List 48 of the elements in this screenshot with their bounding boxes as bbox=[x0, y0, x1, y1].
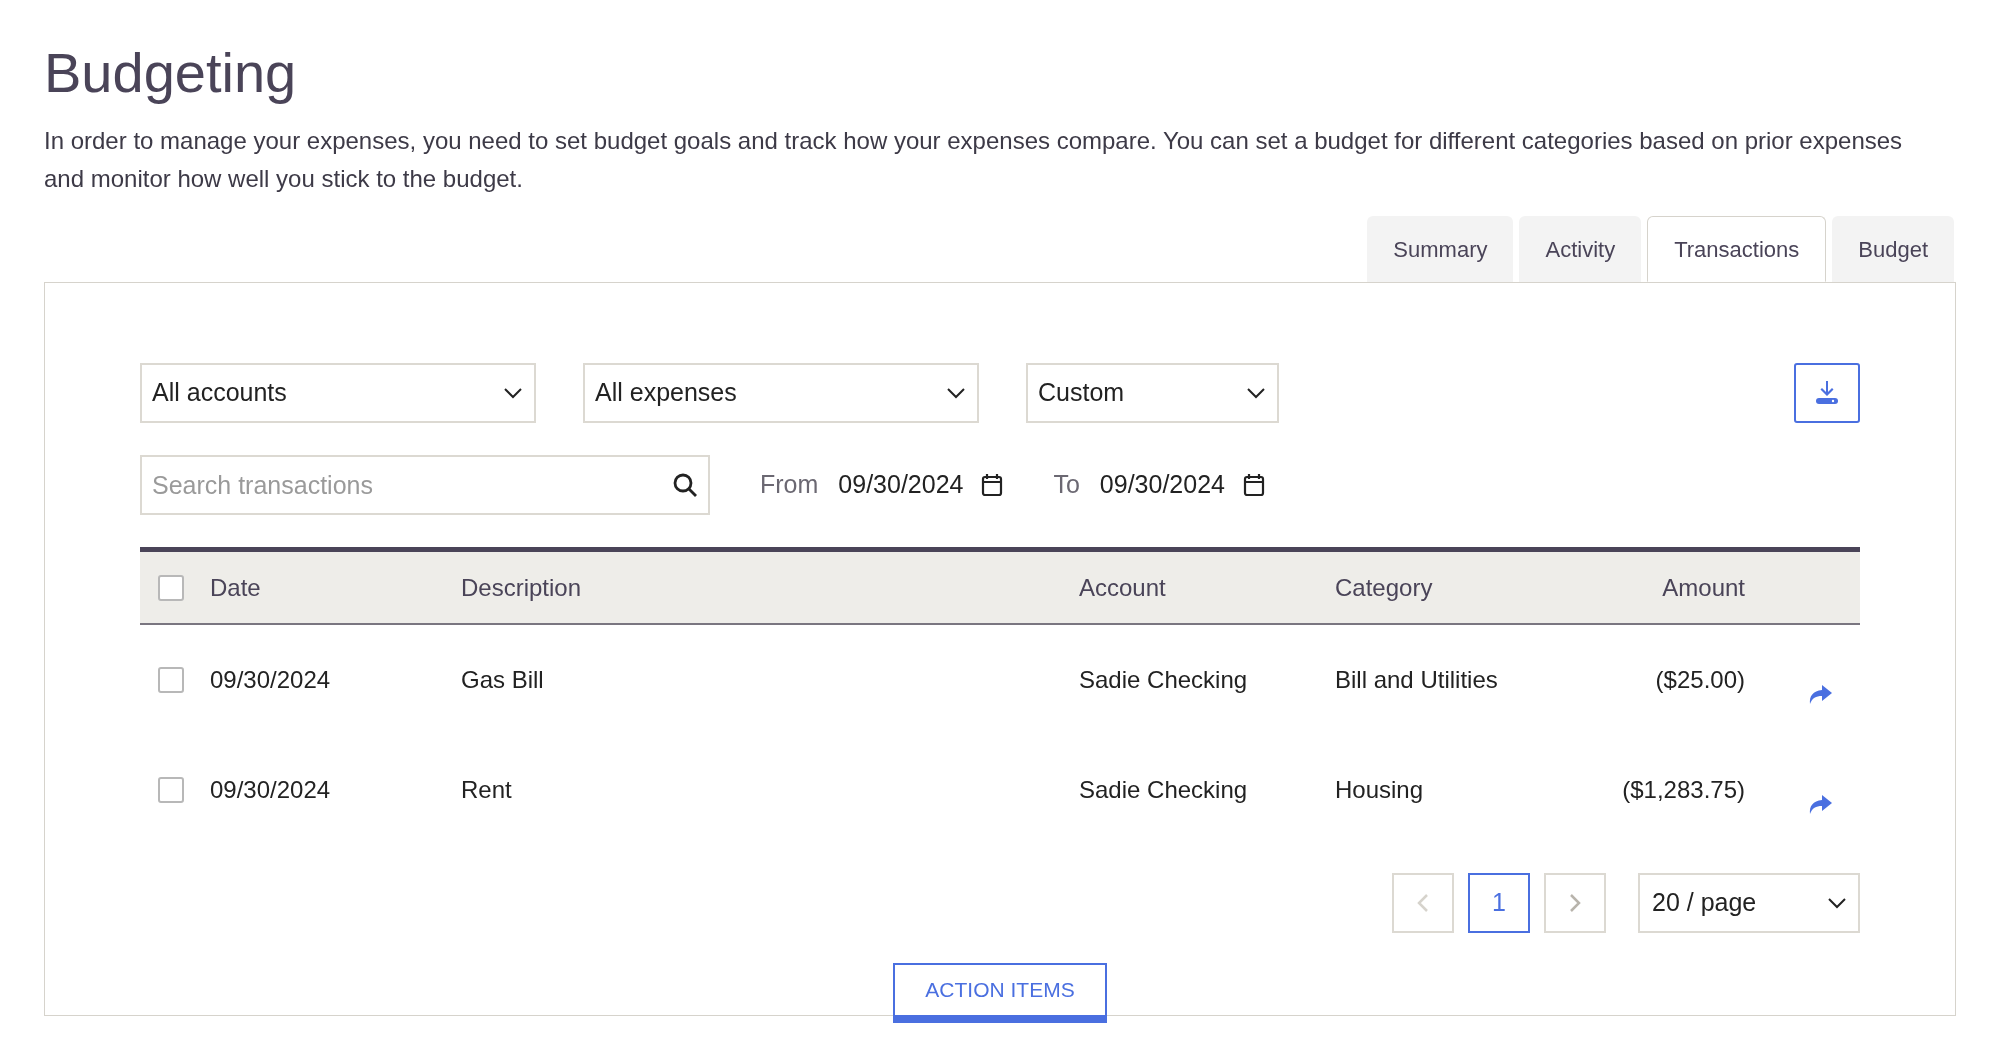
tab[interactable]: Activity bbox=[1519, 216, 1642, 282]
share-arrow-icon[interactable] bbox=[1807, 684, 1833, 706]
checkbox[interactable] bbox=[158, 667, 184, 693]
table-cell-text: Rent bbox=[461, 775, 513, 805]
table-cell-text: ($25.00) bbox=[1654, 665, 1745, 695]
checkbox[interactable] bbox=[158, 574, 184, 601]
date-field[interactable]: 09/30/2024 bbox=[1099, 466, 1225, 504]
filter-dropdown[interactable]: Custom bbox=[1026, 363, 1279, 423]
column-header: Date bbox=[210, 572, 262, 603]
date-field[interactable]: 09/30/2024 bbox=[838, 466, 964, 504]
tab[interactable]: Summary bbox=[1367, 216, 1514, 282]
table-cell-text: ($1,283.75) bbox=[1621, 775, 1745, 805]
table-cell-text: Sadie Checking bbox=[1079, 665, 1249, 695]
download-button[interactable] bbox=[1794, 363, 1860, 423]
tab[interactable]: Transactions bbox=[1647, 216, 1827, 282]
checkbox[interactable] bbox=[158, 777, 184, 803]
chevron-down-icon bbox=[1247, 387, 1265, 399]
column-header: Description bbox=[461, 572, 583, 603]
table-cell-text: 09/30/2024 bbox=[210, 665, 332, 695]
page-button[interactable]: 1 bbox=[1468, 873, 1530, 933]
table-cell-text: Bill and Utilities bbox=[1335, 665, 1499, 695]
page-size-dropdown[interactable]: 20 / page bbox=[1638, 873, 1860, 933]
from-label: From bbox=[760, 469, 819, 501]
calendar-icon[interactable] bbox=[981, 473, 1004, 497]
chevron-left-icon bbox=[1417, 893, 1429, 913]
to-label: To bbox=[1053, 469, 1080, 501]
column-header: Account bbox=[1079, 572, 1167, 603]
table-cell-text: 09/30/2024 bbox=[210, 775, 332, 805]
action-items-button[interactable]: ACTION ITEMS bbox=[893, 963, 1107, 1023]
download-icon bbox=[1814, 380, 1840, 406]
chevron-down-icon bbox=[1828, 897, 1846, 909]
table-cell-text: Gas Bill bbox=[461, 665, 545, 695]
chevron-right-icon bbox=[1569, 893, 1581, 913]
calendar-icon[interactable] bbox=[1243, 473, 1265, 497]
table-cell-text: Sadie Checking bbox=[1079, 775, 1249, 805]
filter-dropdown[interactable]: All expenses bbox=[583, 363, 979, 423]
tab[interactable]: Budget bbox=[1832, 216, 1954, 282]
page-title: Budgeting bbox=[44, 40, 298, 106]
chevron-down-icon bbox=[504, 387, 522, 399]
filter-dropdown[interactable]: All accounts bbox=[140, 363, 536, 423]
page-description: In order to manage your expenses, you need to set budget goals and track how your expenses compare. You can set a budget for different categories based on prior expenses and monitor how well you stick to the budget. bbox=[44, 126, 1904, 194]
share-arrow-icon[interactable] bbox=[1807, 794, 1833, 816]
table-cell-text: Housing bbox=[1335, 775, 1425, 805]
chevron-down-icon bbox=[947, 387, 965, 399]
search-field[interactable]: Search transactions bbox=[140, 455, 710, 515]
column-header: Amount bbox=[1661, 572, 1745, 603]
column-header: Category bbox=[1335, 572, 1434, 603]
search-icon[interactable] bbox=[672, 472, 698, 498]
